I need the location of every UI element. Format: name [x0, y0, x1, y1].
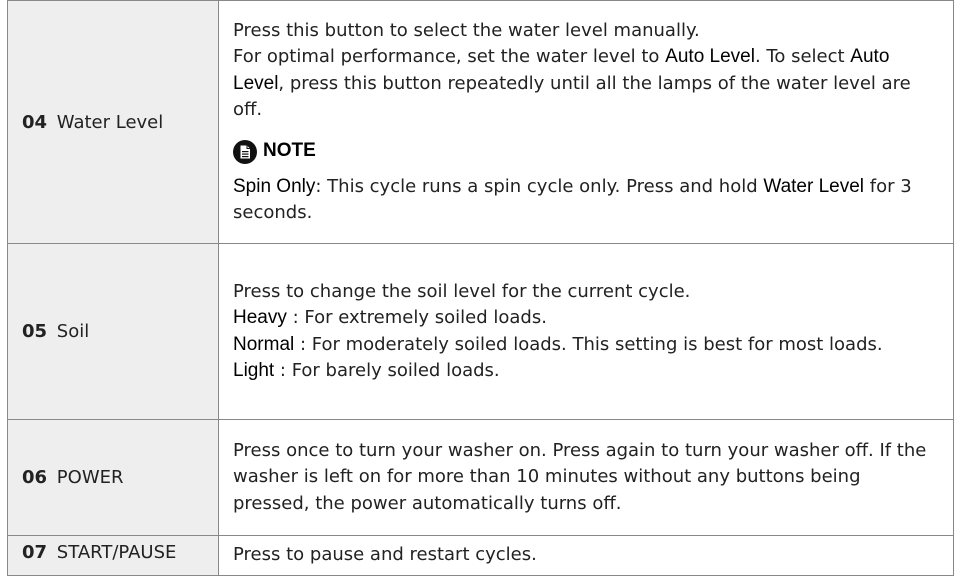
note-title: NOTE: [263, 140, 316, 162]
desc-text: For optimal performance, set the water l…: [233, 46, 666, 67]
row-description-soil: Press to change the soil level for the c…: [218, 243, 954, 420]
row-title: Soil: [56, 321, 90, 342]
desc-text: . To select: [754, 46, 851, 67]
list-item: Heavy : For extremely soiled loads.: [233, 305, 941, 332]
desc-paragraph: For optimal performance, set the water l…: [233, 44, 941, 124]
keyword-normal: Normal: [233, 333, 295, 355]
row-title: Water Level: [56, 111, 164, 133]
row-label-power: 06 POWER: [7, 419, 219, 536]
list-item: Light : For barely soiled loads.: [233, 358, 941, 385]
row-number: 05: [22, 321, 48, 342]
note-body: Spin Only: This cycle runs a spin cycle …: [233, 174, 941, 227]
row-number: 06: [22, 467, 48, 488]
table-row-start-pause: 07 START/PAUSE Press to pause and restar…: [7, 535, 954, 576]
note-text: : This cycle runs a spin cycle only. Pre…: [315, 175, 764, 197]
table-row-water-level: 04 Water Level Press this button to sele…: [7, 0, 954, 244]
list-item-text: : For moderately soiled loads. This sett…: [294, 333, 883, 355]
list-item-text: : For barely soiled loads.: [274, 360, 500, 381]
list-item: Normal : For moderately soiled loads. Th…: [233, 332, 941, 359]
keyword-light: Light: [233, 360, 275, 381]
keyword-spin-only: Spin Only: [233, 175, 316, 197]
note-document-icon: [233, 139, 257, 164]
desc-line: Press this button to select the water le…: [233, 19, 700, 41]
desc-text: , press this button repeatedly until all…: [233, 72, 911, 121]
row-description-start-pause: Press to pause and restart cycles.: [218, 535, 954, 576]
row-label-soil: 05 Soil: [7, 243, 219, 420]
keyword-auto-level: Auto Level: [665, 46, 755, 67]
row-number: 07: [22, 542, 48, 563]
table-row-soil: 05 Soil Press to change the soil level f…: [7, 243, 954, 420]
controls-table: 04 Water Level Press this button to sele…: [7, 0, 954, 576]
list-item-text: : For extremely soiled loads.: [286, 307, 547, 328]
row-description-power: Press once to turn your washer on. Press…: [218, 419, 954, 536]
row-label-start-pause: 07 START/PAUSE: [7, 535, 219, 576]
desc-text: Press once to turn your washer on. Press…: [233, 439, 927, 514]
row-number: 04: [22, 111, 48, 133]
row-label-water-level: 04 Water Level: [7, 0, 219, 244]
row-title: START/PAUSE: [56, 542, 177, 563]
row-title: POWER: [56, 467, 124, 488]
keyword-water-level: Water Level: [763, 175, 865, 197]
row-description-water-level: Press this button to select the water le…: [218, 0, 954, 244]
table-row-power: 06 POWER Press once to turn your washer …: [7, 419, 954, 536]
desc-text: Press to pause and restart cycles.: [233, 544, 537, 565]
keyword-heavy: Heavy: [233, 307, 287, 328]
note-heading: NOTE: [233, 139, 941, 164]
desc-line: Press to change the soil level for the c…: [233, 280, 691, 302]
